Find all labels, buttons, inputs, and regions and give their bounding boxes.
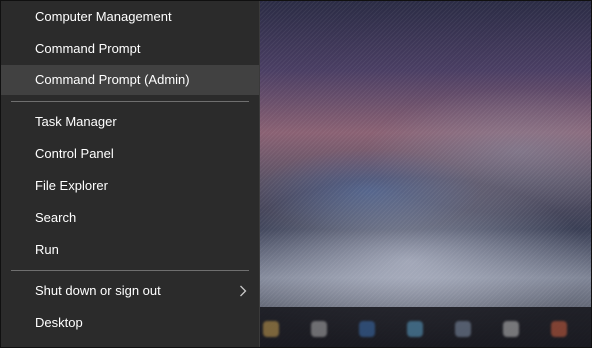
taskbar-app-icon[interactable]	[455, 321, 471, 337]
menu-item-file-explorer[interactable]: File Explorer	[1, 171, 259, 201]
menu-item-label: Run	[35, 242, 59, 257]
taskbar-app-icon[interactable]	[407, 321, 423, 337]
menu-item-label: Control Panel	[35, 146, 114, 161]
taskbar-app-icon[interactable]	[551, 321, 567, 337]
taskbar-app-icon[interactable]	[503, 321, 519, 337]
menu-item-label: Task Manager	[35, 114, 117, 129]
menu-item-search[interactable]: Search	[1, 203, 259, 233]
menu-item-desktop[interactable]: Desktop	[1, 308, 259, 338]
menu-item-computer-management[interactable]: Computer Management	[1, 2, 259, 32]
menu-item-label: Computer Management	[35, 9, 172, 24]
menu-item-control-panel[interactable]: Control Panel	[1, 139, 259, 169]
taskbar-app-icon[interactable]	[359, 321, 375, 337]
menu-item-command-prompt[interactable]: Command Prompt	[1, 34, 259, 64]
menu-item-label: Search	[35, 210, 77, 225]
screen: Computer Management Command Prompt Comma…	[0, 0, 592, 348]
menu-item-command-prompt-admin[interactable]: Command Prompt (Admin)	[1, 65, 259, 95]
menu-item-label: Desktop	[35, 315, 83, 330]
taskbar-app-icon[interactable]	[263, 321, 279, 337]
menu-item-shut-down-or-sign-out[interactable]: Shut down or sign out	[1, 276, 259, 306]
chevron-right-icon	[237, 276, 249, 306]
menu-item-label: Shut down or sign out	[35, 283, 161, 298]
menu-divider	[11, 270, 249, 271]
menu-item-label: Command Prompt (Admin)	[35, 72, 190, 87]
menu-item-label: File Explorer	[35, 178, 108, 193]
menu-item-task-manager[interactable]: Task Manager	[1, 107, 259, 137]
menu-item-run[interactable]: Run	[1, 235, 259, 265]
menu-item-label: Command Prompt	[35, 41, 141, 56]
menu-divider	[11, 101, 249, 102]
taskbar	[259, 307, 591, 347]
winx-menu: Computer Management Command Prompt Comma…	[1, 1, 260, 347]
desktop-wallpaper	[259, 1, 591, 347]
taskbar-app-icon[interactable]	[311, 321, 327, 337]
